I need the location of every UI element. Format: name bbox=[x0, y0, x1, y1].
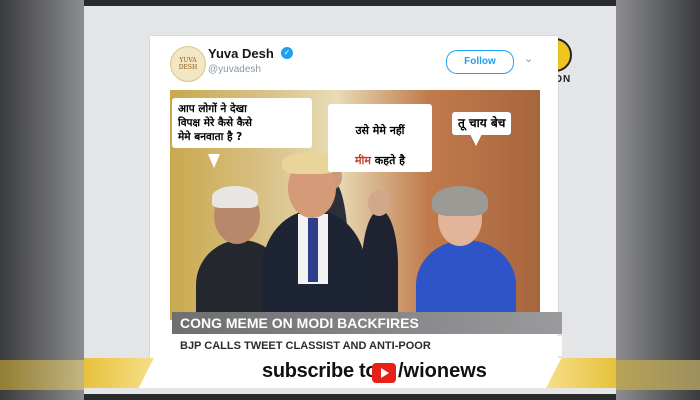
speech-bubble-left-tail bbox=[208, 154, 220, 168]
speech-bubble-center-line2: कहते है bbox=[370, 154, 406, 167]
speech-bubble-center: उसे मेमे नहीं मीम कहते है bbox=[328, 104, 432, 172]
subscribe-text: subscribe to bbox=[262, 360, 378, 382]
tweet-user-name[interactable]: Yuva Desh bbox=[208, 46, 274, 61]
person-left-hair bbox=[212, 186, 258, 208]
speech-bubble-right: तू चाय बेच bbox=[452, 112, 512, 135]
subheadline-bar: BJP CALLS TWEET CLASSIST AND ANTI-POOR bbox=[172, 336, 562, 356]
person-background-2 bbox=[362, 210, 398, 320]
speech-bubble-left: आप लोगों ने देखा विपक्ष मेरे कैसे कैसे म… bbox=[172, 98, 312, 148]
person-right-hair bbox=[432, 186, 488, 216]
subscribe-strip: subscribe to /wionews bbox=[84, 358, 616, 388]
strip-accent-right bbox=[546, 358, 616, 388]
speech-bubble-center-tail bbox=[356, 144, 368, 156]
avatar[interactable]: YUVA DESH bbox=[170, 46, 206, 82]
person-right bbox=[416, 240, 516, 320]
youtube-icon bbox=[372, 363, 396, 383]
person-center-tie bbox=[308, 218, 318, 282]
headline-bar: CONG MEME ON MODI BACKFIRES bbox=[172, 312, 562, 334]
speech-bubble-center-line1: उसे मेमे नहीं bbox=[355, 124, 405, 137]
meme-image: आप लोगों ने देखा विपक्ष मेरे कैसे कैसे म… bbox=[170, 90, 540, 320]
strip-accent-left bbox=[84, 358, 154, 388]
video-frame: WION YUVA DESH Yuva Desh ✓ @yuvadesh Fol… bbox=[84, 6, 616, 394]
blurred-side-right bbox=[616, 0, 700, 400]
blurred-side-left bbox=[0, 0, 84, 400]
channel-name: /wionews bbox=[398, 360, 487, 382]
chevron-down-icon[interactable]: ⌄ bbox=[524, 52, 533, 65]
follow-button[interactable]: Follow bbox=[446, 50, 514, 74]
tweet-user-handle[interactable]: @yuvadesh bbox=[208, 64, 261, 75]
speech-bubble-right-tail bbox=[470, 134, 482, 146]
person-background-2-head bbox=[368, 190, 390, 216]
verified-check-icon: ✓ bbox=[281, 47, 293, 59]
